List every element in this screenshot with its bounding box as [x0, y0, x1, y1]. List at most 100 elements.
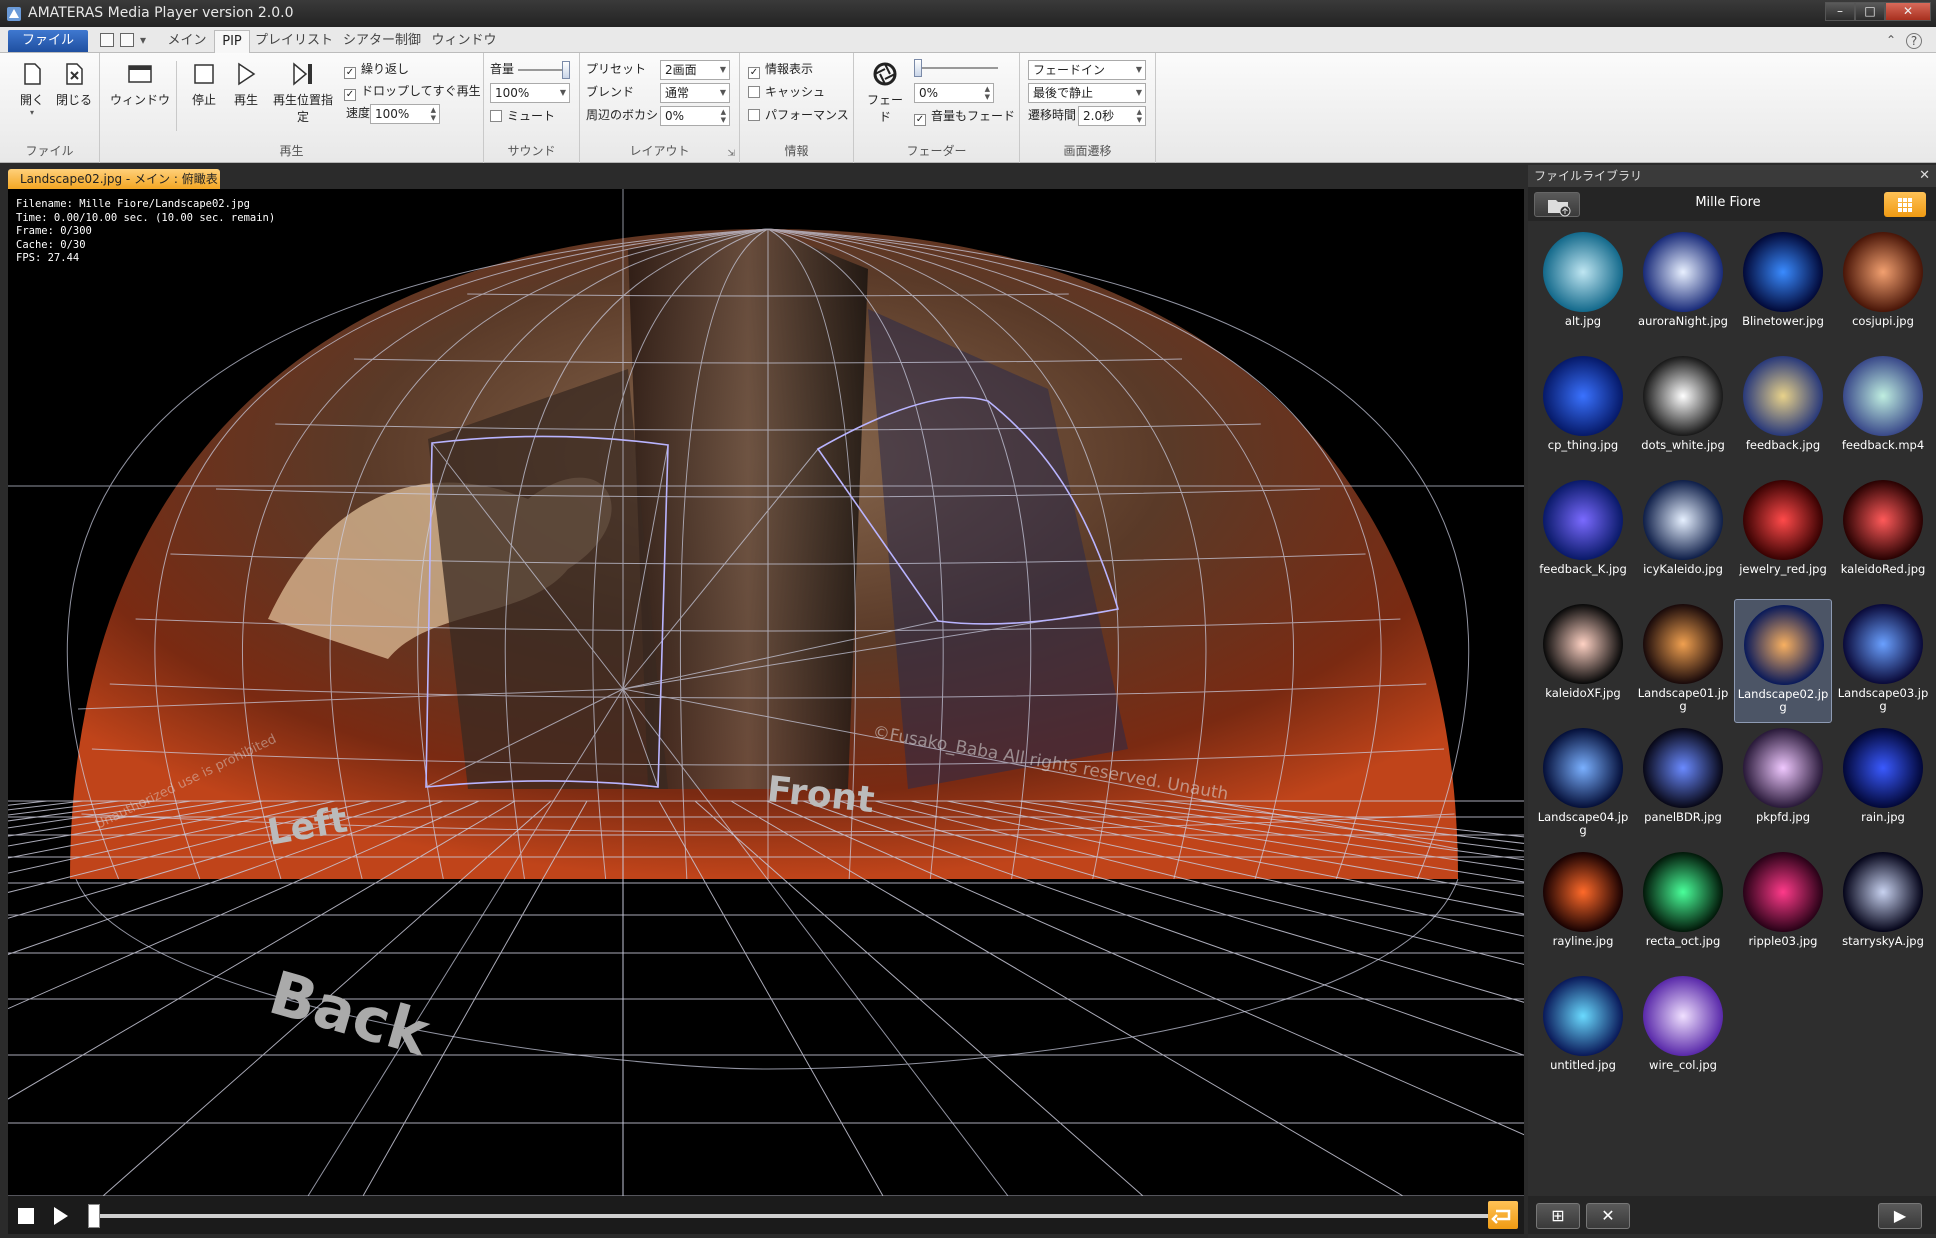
dome-viewer[interactable]: ©Fusako_Baba All rights reserved. Unauth… — [8, 189, 1524, 1196]
grid-view-button[interactable] — [1884, 192, 1926, 217]
thumbnail-image — [1743, 232, 1823, 312]
add-file-icon: ⊞ — [1551, 1206, 1565, 1225]
close-file-button[interactable]: 閉じる — [54, 61, 94, 108]
volume-combo[interactable]: 100% ▼ — [490, 83, 570, 103]
maximize-button[interactable]: □ — [1855, 2, 1885, 21]
play-icon[interactable] — [48, 1204, 72, 1228]
library-item[interactable]: Blinetower.jpg — [1734, 227, 1832, 351]
library-item[interactable]: Landscape01.jpg — [1634, 599, 1732, 723]
library-item[interactable]: feedback.mp4 — [1834, 351, 1932, 475]
seek-thumb[interactable] — [88, 1204, 100, 1228]
library-item[interactable]: alt.jpg — [1534, 227, 1632, 351]
chevron-down-icon: ▼ — [719, 65, 726, 74]
qat-dropdown-icon[interactable]: ▾ — [140, 33, 146, 47]
loop-button[interactable] — [1488, 1201, 1518, 1229]
tab-playlist[interactable]: プレイリスト — [252, 30, 336, 53]
media-player-window: { "window": {"title": "AMATERAS Media Pl… — [0, 0, 1936, 1238]
aperture-icon — [873, 62, 897, 86]
spin-arrows-icon[interactable]: ▲ ▼ — [431, 106, 436, 122]
play-button[interactable]: 再生 — [228, 61, 264, 108]
info-display-checkbox[interactable]: ✓ 情報表示 — [748, 59, 813, 79]
dialog-launcher-icon[interactable]: ⇲ — [727, 149, 735, 159]
library-item[interactable]: cp_thing.jpg — [1534, 351, 1632, 475]
volume-fade-checkbox[interactable]: ✓ 音量もフェード — [914, 106, 1015, 126]
library-item[interactable]: panelBDR.jpg — [1634, 723, 1732, 847]
performance-checkbox[interactable]: パフォーマンス — [748, 105, 849, 125]
library-item[interactable]: jewelry_red.jpg — [1734, 475, 1832, 599]
tab-window[interactable]: ウィンドウ — [428, 30, 500, 53]
tab-theater-control[interactable]: シアター制御 — [340, 30, 424, 53]
library-item[interactable]: Landscape04.jpg — [1534, 723, 1632, 847]
mute-label: ミュート — [507, 109, 556, 123]
library-item[interactable]: recta_oct.jpg — [1634, 847, 1732, 971]
new-doc-icon[interactable] — [100, 33, 114, 47]
library-item[interactable]: kaleidoXF.jpg — [1534, 599, 1632, 723]
transition-time-stepper[interactable]: 2.0秒 ▲ ▼ — [1078, 106, 1146, 126]
collapse-ribbon-icon[interactable]: ⌃ — [1886, 33, 1896, 47]
viewer-tab[interactable]: Landscape02.jpg - メイン : 俯瞰表示 — [8, 169, 220, 206]
ribbon-group-play: ウィンドウ 停止 再生 再生位置指定 ✓ 繰り返し ✓ ドロップしてすぐ再生 速度 … — [100, 53, 484, 163]
close-icon[interactable]: ✕ — [1919, 165, 1930, 187]
cache-checkbox[interactable]: キャッシュ — [748, 82, 825, 102]
spin-arrows-icon[interactable]: ▲ ▼ — [1137, 108, 1142, 124]
preset-label: プリセット — [586, 62, 647, 76]
library-item[interactable]: auroraNight.jpg — [1634, 227, 1732, 351]
fade-stepper[interactable]: 0% ▲ ▼ — [914, 83, 994, 103]
library-item[interactable]: rain.jpg — [1834, 723, 1932, 847]
library-item[interactable]: Landscape03.jpg — [1834, 599, 1932, 723]
play-position-button[interactable]: 再生位置指定 — [268, 61, 338, 125]
thumbnail-image — [1543, 728, 1623, 808]
back-label: Back — [262, 958, 439, 1070]
save-icon[interactable] — [120, 33, 134, 47]
drop-play-checkbox[interactable]: ✓ ドロップしてすぐ再生 — [344, 81, 481, 101]
play-selected-button[interactable]: ▶ — [1878, 1203, 1922, 1229]
stop-icon[interactable] — [14, 1204, 38, 1228]
open-dropdown-icon[interactable]: ▾ — [14, 108, 50, 117]
minimize-button[interactable]: – — [1825, 2, 1855, 21]
fade-mode-dropdown[interactable]: フェードイン ▼ — [1028, 60, 1146, 80]
preset-dropdown[interactable]: 2画面 ▼ — [660, 60, 730, 80]
remove-file-button[interactable]: ✕ — [1586, 1203, 1630, 1229]
fade-slider[interactable] — [914, 59, 998, 77]
spin-arrows-icon[interactable]: ▲ ▼ — [721, 108, 726, 124]
fade-slider-thumb[interactable] — [914, 59, 922, 77]
library-item[interactable]: starryskyA.jpg — [1834, 847, 1932, 971]
tab-file[interactable]: ファイル — [8, 30, 88, 52]
fade-button[interactable]: フェード — [862, 61, 908, 125]
window-label: ウィンドウ — [110, 93, 171, 107]
help-icon[interactable]: ? — [1906, 33, 1922, 49]
library-item[interactable]: feedback_K.jpg — [1534, 475, 1632, 599]
mute-check-icon — [490, 110, 502, 122]
library-item[interactable]: kaleidoRed.jpg — [1834, 475, 1932, 599]
window-button[interactable]: ウィンドウ — [110, 61, 170, 108]
library-item[interactable]: dots_white.jpg — [1634, 351, 1732, 475]
spin-arrows-icon[interactable]: ▲ ▼ — [985, 85, 990, 101]
tab-pip[interactable]: PIP — [214, 30, 250, 53]
add-file-button[interactable]: ⊞ — [1536, 1203, 1580, 1229]
folder-up-button[interactable] — [1534, 192, 1580, 217]
mute-checkbox[interactable]: ミュート — [490, 106, 555, 126]
volume-slider[interactable] — [518, 61, 570, 79]
library-item[interactable]: wire_col.jpg — [1634, 971, 1732, 1095]
skip-to-position-icon — [293, 62, 312, 86]
seek-bar[interactable] — [92, 1214, 1492, 1218]
blend-dropdown[interactable]: 通常 ▼ — [660, 83, 730, 103]
library-item[interactable]: untitled.jpg — [1534, 971, 1632, 1095]
volume-slider-thumb[interactable] — [562, 61, 570, 79]
close-window-button[interactable]: ✕ — [1885, 2, 1931, 21]
repeat-checkbox[interactable]: ✓ 繰り返し — [344, 59, 409, 79]
file-library-title: ファイルライブラリ — [1534, 169, 1643, 183]
library-item[interactable]: pkpfd.jpg — [1734, 723, 1832, 847]
tab-main[interactable]: メイン — [162, 30, 212, 53]
library-item[interactable]: feedback.jpg — [1734, 351, 1832, 475]
library-item[interactable]: cosjupi.jpg — [1834, 227, 1932, 351]
library-item[interactable]: Landscape02.jpg — [1734, 599, 1832, 723]
blur-stepper[interactable]: 0% ▲ ▼ — [660, 106, 730, 126]
open-button[interactable]: 開く ▾ — [14, 61, 50, 117]
library-item[interactable]: ripple03.jpg — [1734, 847, 1832, 971]
library-item[interactable]: rayline.jpg — [1534, 847, 1632, 971]
end-mode-dropdown[interactable]: 最後で静止 ▼ — [1028, 83, 1146, 103]
speed-stepper[interactable]: 100% ▲ ▼ — [370, 104, 440, 124]
library-item[interactable]: icyKaleido.jpg — [1634, 475, 1732, 599]
stop-button[interactable]: 停止 — [186, 61, 222, 108]
